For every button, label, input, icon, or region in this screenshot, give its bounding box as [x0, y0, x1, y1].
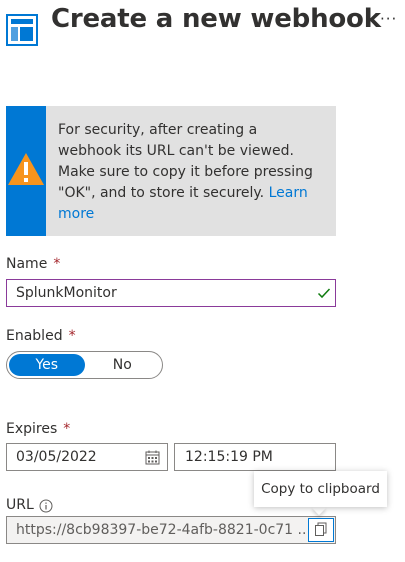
warning-stripe: [6, 106, 46, 236]
expires-label-text: Expires: [6, 421, 58, 437]
expires-time-input[interactable]: 12:15:19 PM: [174, 443, 336, 471]
name-input[interactable]: SplunkMonitor: [6, 279, 336, 307]
info-icon[interactable]: [39, 498, 53, 513]
calendar-icon[interactable]: [145, 450, 160, 469]
page-title: Create a new webhook: [51, 4, 381, 34]
check-icon: [317, 286, 331, 304]
required-indicator: *: [53, 256, 61, 272]
warning-message: For security, after creating a webhook i…: [46, 106, 336, 236]
copy-icon: [314, 521, 328, 540]
name-label: Name *: [6, 256, 60, 272]
url-label: URL: [6, 497, 34, 513]
expires-label: Expires *: [6, 421, 70, 437]
copy-to-clipboard-button[interactable]: [308, 518, 334, 542]
more-options-button[interactable]: ···: [380, 10, 397, 28]
expires-date-input[interactable]: 03/05/2022: [6, 443, 168, 471]
warning-icon: [6, 151, 46, 191]
enabled-label-text: Enabled: [6, 328, 63, 344]
copy-tooltip: Copy to clipboard: [254, 471, 387, 507]
enabled-no-option[interactable]: No: [85, 354, 161, 376]
security-warning-banner: For security, after creating a webhook i…: [6, 106, 336, 236]
expires-date-value: 03/05/2022: [16, 449, 97, 465]
enabled-label: Enabled *: [6, 328, 76, 344]
enabled-yes-option[interactable]: Yes: [9, 354, 85, 376]
url-value: https://8cb98397-be72-4afb-8821-0c71 ...: [16, 522, 306, 538]
name-input-value: SplunkMonitor: [16, 285, 117, 301]
required-indicator: *: [63, 421, 71, 437]
enabled-toggle[interactable]: Yes No: [6, 351, 163, 379]
url-field[interactable]: https://8cb98397-be72-4afb-8821-0c71 ...: [6, 516, 336, 544]
name-label-text: Name: [6, 256, 48, 272]
webhook-blade-icon: [6, 14, 38, 46]
required-indicator: *: [68, 328, 76, 344]
expires-time-value: 12:15:19 PM: [185, 449, 273, 465]
